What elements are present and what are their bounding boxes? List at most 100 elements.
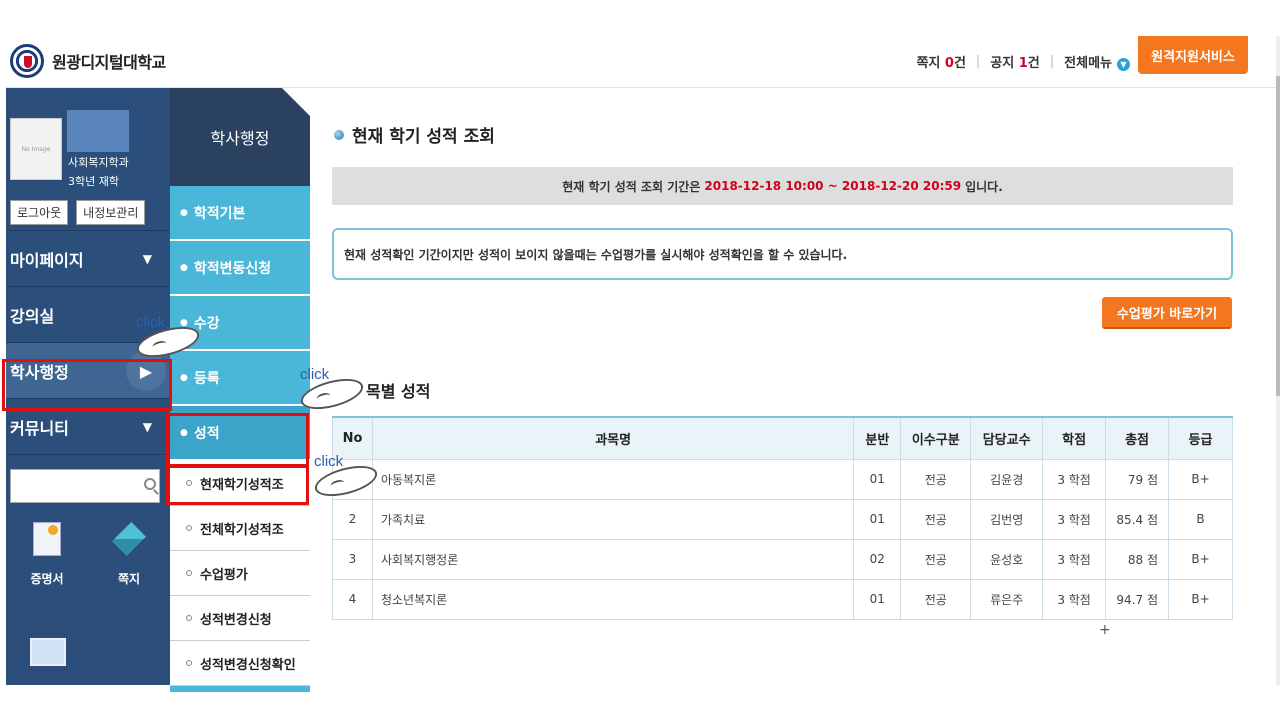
all-menu-label: 전체메뉴	[1064, 56, 1112, 71]
remote-support-button[interactable]: 원격지원서비스	[1138, 36, 1248, 74]
table-cell: 아동복지론	[371, 458, 855, 500]
sidebar-item-label: 강의실	[10, 306, 55, 326]
table-cell: 3 학점	[1042, 458, 1107, 500]
notes-unit: 건	[953, 56, 966, 71]
column-header: 학점	[1042, 416, 1107, 460]
quick-link-certificate[interactable]: 증명서	[17, 522, 77, 587]
subnav-title: 학사행정	[170, 88, 310, 186]
sidebar-item-label: 마이페이지	[10, 250, 84, 270]
table-cell: 01	[853, 458, 902, 500]
table-cell: 1	[332, 458, 373, 500]
bullet-icon: ●	[180, 262, 188, 273]
chevron-right-icon: ▶	[126, 351, 166, 391]
divider: |	[975, 54, 981, 69]
search-icon[interactable]	[144, 478, 156, 490]
quick-link-label: 증명서	[30, 572, 64, 586]
notice-label: 공지	[990, 56, 1015, 71]
page-title: 현재 학기 성적 조회	[334, 122, 495, 147]
top-links: 쪽지 0건 | 공지 1건 | 전체메뉴 ▼	[916, 52, 1130, 71]
leaf-label: 수업평가	[200, 567, 248, 583]
leaf-all-semester-grades[interactable]: 전체학기성적조	[170, 506, 310, 551]
column-header: 과목명	[371, 416, 855, 460]
column-header: 담당교수	[970, 416, 1044, 460]
table-row: 1 아동복지론 01 전공 김윤경 3 학점 79 점 B+	[332, 458, 1233, 500]
university-logo[interactable]: 원광디지털대학교	[10, 44, 166, 78]
table-cell: 02	[853, 538, 902, 580]
bullet-icon: ●	[180, 427, 188, 438]
ring-bullet-icon	[186, 570, 192, 576]
sub-navigation: 학사행정 ● 학적기본 ● 학적변동신청 ● 수강 ● 등록 ● 성적 현재학기성적조 전…	[170, 88, 310, 692]
sidebar-item-label: 커뮤니티	[10, 418, 69, 438]
table-cell: B+	[1168, 458, 1233, 500]
table-cell: 4	[332, 578, 373, 620]
leaf-course-evaluation[interactable]: 수업평가	[170, 551, 310, 596]
table-cell: 가족치료	[371, 498, 855, 540]
search-input[interactable]	[10, 469, 160, 503]
table-row: 2 가족치료 01 전공 김번영 3 학점 85.4 점 B	[332, 498, 1233, 540]
logout-button[interactable]: 로그아웃	[10, 200, 69, 225]
chevron-down-icon: ▼	[1117, 58, 1130, 71]
page-title-text: 현재 학기 성적 조회	[352, 127, 495, 147]
table-cell: 2	[332, 498, 373, 540]
table-cell: 85.4 점	[1105, 498, 1169, 540]
table-header-row: No 과목명 분반 이수구분 담당교수 학점 총점 등급	[332, 416, 1233, 460]
subnav-item-label: 학적변동신청	[193, 260, 272, 277]
chevron-down-icon: ▼	[142, 419, 152, 434]
period-prefix: 현재 학기 성적 조회 기간은	[562, 179, 701, 194]
subnav-item-label: 성적	[193, 425, 220, 442]
page-scrollbar[interactable]	[1276, 36, 1280, 685]
sidebar-item-label: 학사행정	[10, 362, 69, 382]
bullet-icon: ●	[180, 372, 188, 383]
left-sidebar: No Image 사회복지학과 3학년 재학 로그아웃 내정보관리 마이페이지 …	[6, 88, 170, 685]
notice-count: 1	[1018, 56, 1028, 71]
subnav-item-label: 수강	[193, 315, 220, 332]
column-header: No	[332, 416, 373, 460]
sidebar-item-academic-admin[interactable]: 학사행정 ▶	[6, 342, 170, 398]
sidebar-item-classroom[interactable]: 강의실	[6, 286, 170, 342]
my-info-button[interactable]: 내정보관리	[76, 200, 146, 225]
sidebar-item-community[interactable]: 커뮤니티 ▼	[6, 398, 170, 454]
table-cell: 전공	[900, 578, 972, 620]
subnav-item-records[interactable]: ● 학적기본	[170, 186, 310, 241]
table-cell: 류은주	[970, 578, 1044, 620]
notes-label: 쪽지	[916, 56, 941, 71]
subnav-item-label: 등록	[193, 370, 220, 387]
table-cell: B+	[1168, 578, 1233, 620]
course-evaluation-button[interactable]: 수업평가 바로가기	[1102, 297, 1232, 329]
student-status: 3학년 재학	[68, 175, 119, 188]
leaf-current-semester-grades[interactable]: 현재학기성적조	[170, 461, 310, 506]
ring-bullet-icon	[186, 615, 192, 621]
profile-banner	[67, 110, 129, 152]
subnav-item-enrollment[interactable]: ● 수강	[170, 296, 310, 351]
laptop-icon[interactable]	[30, 638, 66, 666]
notice-link[interactable]: 공지 1건	[990, 52, 1039, 71]
table-cell: B	[1168, 498, 1233, 540]
leaf-label: 성적변경신청확인	[200, 657, 296, 673]
notes-link[interactable]: 쪽지 0건	[916, 52, 965, 71]
all-menu-link[interactable]: 전체메뉴 ▼	[1064, 52, 1130, 71]
quick-link-label: 쪽지	[117, 572, 141, 586]
table-cell: 01	[853, 498, 902, 540]
subnav-item-grades[interactable]: ● 성적	[170, 406, 310, 461]
table-row: 3 사회복지행정론 02 전공 윤성호 3 학점 88 점 B+	[332, 538, 1233, 580]
table-cell: 94.7 점	[1105, 578, 1169, 620]
profile-photo-placeholder: No Image	[10, 118, 62, 180]
table-cell: 김윤경	[970, 458, 1044, 500]
profile-panel: No Image 사회복지학과 3학년 재학 로그아웃 내정보관리	[6, 88, 170, 230]
column-header: 이수구분	[900, 416, 972, 460]
ring-bullet-icon	[186, 660, 192, 666]
subnav-item-registration[interactable]: ● 등록	[170, 351, 310, 406]
subnav-item-status-change[interactable]: ● 학적변동신청	[170, 241, 310, 296]
grades-table: No 과목명 분반 이수구분 담당교수 학점 총점 등급 1 아동복지론 01 …	[332, 416, 1233, 620]
table-cell: 88 점	[1105, 538, 1169, 580]
leaf-grade-change-request[interactable]: 성적변경신청	[170, 596, 310, 641]
leaf-grade-change-check[interactable]: 성적변경신청확인	[170, 641, 310, 686]
quick-link-message[interactable]: 쪽지	[99, 522, 159, 587]
certificate-icon	[33, 522, 61, 556]
column-header: 분반	[853, 416, 902, 460]
scrollbar-thumb[interactable]	[1276, 76, 1280, 396]
quick-links: 증명서 쪽지	[6, 514, 170, 587]
sidebar-item-mypage[interactable]: 마이페이지 ▼	[6, 230, 170, 286]
ring-bullet-icon	[186, 525, 192, 531]
chevron-down-icon: ▼	[142, 251, 152, 266]
